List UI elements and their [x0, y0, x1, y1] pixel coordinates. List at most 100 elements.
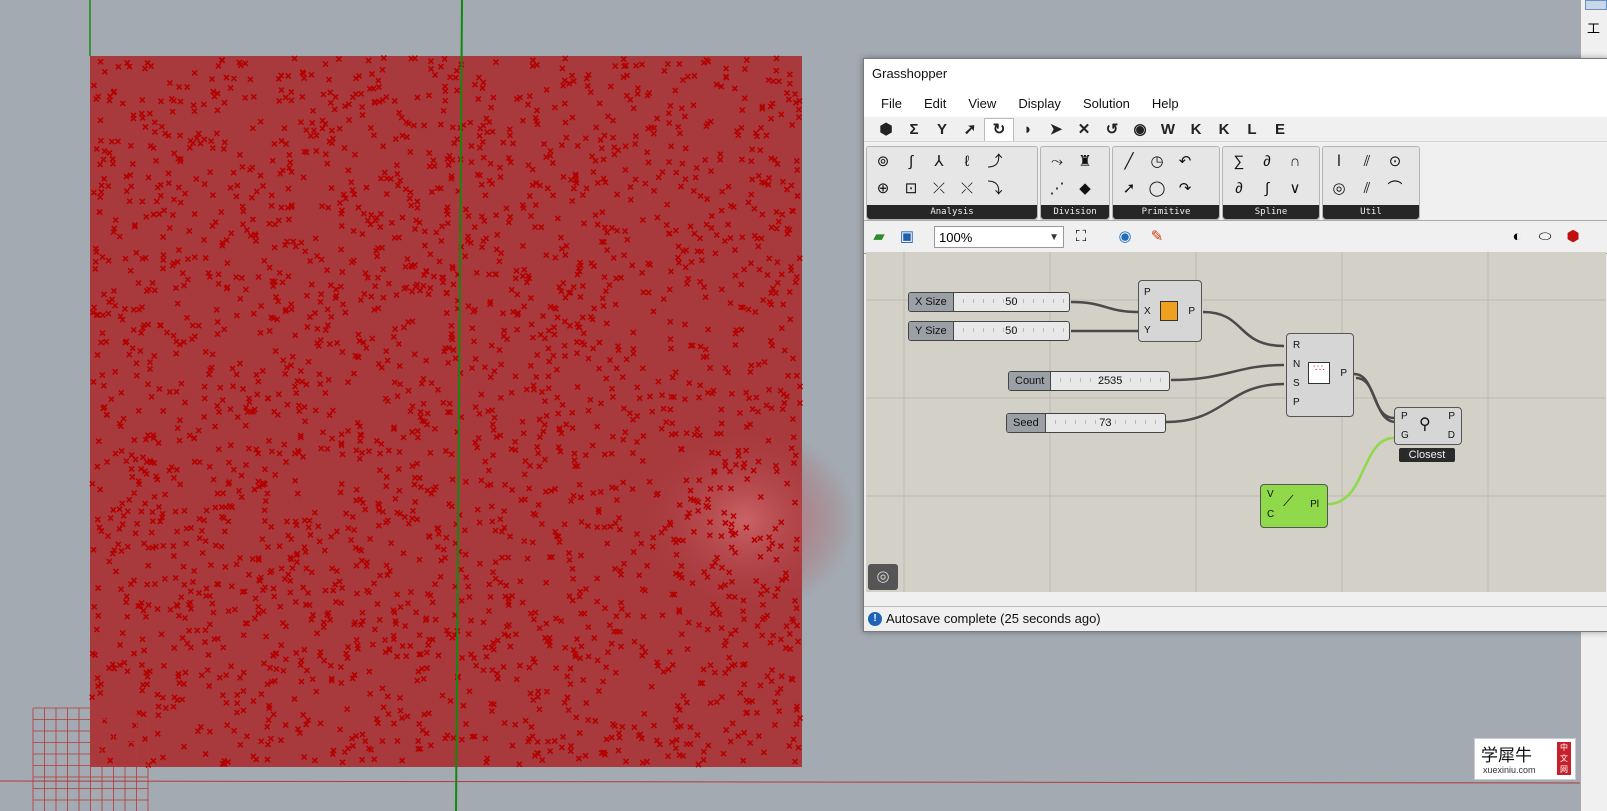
menu-display[interactable]: Display [1007, 96, 1072, 111]
component-icon[interactable]: ∫ [898, 150, 924, 174]
component-icon[interactable]: ∂ [1254, 150, 1280, 174]
rectangle-component[interactable]: P X Y P [1138, 280, 1202, 342]
component-icon[interactable]: ⤴ [982, 150, 1008, 174]
input-port[interactable]: G [1401, 430, 1409, 441]
open-file-icon[interactable]: ▰ [868, 226, 890, 248]
input-port[interactable]: C [1267, 509, 1274, 520]
input-port[interactable]: R [1293, 340, 1300, 351]
display-tab-icon[interactable]: ◉ [1126, 120, 1154, 138]
component-icon[interactable]: ⊚ [870, 150, 896, 174]
slider-name: Count [1009, 372, 1052, 390]
plane-component[interactable]: V C ⟋ Pl [1260, 484, 1328, 528]
slider-value[interactable]: 50 [953, 322, 1069, 340]
ribbon-panel-label[interactable]: Util [1323, 205, 1419, 219]
w-tab[interactable]: W [1154, 121, 1182, 138]
zoom-dropdown[interactable]: 100% ▼ [934, 226, 1064, 248]
component-icon[interactable]: ➚ [1116, 177, 1142, 201]
menu-help[interactable]: Help [1141, 96, 1190, 111]
component-icon[interactable]: ⊙ [1382, 150, 1408, 174]
output-port[interactable]: P [1448, 411, 1455, 422]
preview-eye-icon[interactable]: ◉ [1114, 226, 1136, 248]
k-tab-1[interactable]: K [1182, 121, 1210, 138]
ribbon-panel-label[interactable]: Primitive [1113, 205, 1219, 219]
slider-value[interactable]: 73 [1045, 414, 1165, 432]
menu-file[interactable]: File [870, 96, 913, 111]
sets-tab-icon[interactable]: Y [928, 121, 956, 138]
maths-tab-icon[interactable]: Σ [900, 121, 928, 138]
l-tab[interactable]: L [1238, 121, 1266, 138]
surface-tab-icon[interactable]: ◗ [1014, 121, 1042, 138]
component-icon[interactable]: ♜ [1072, 150, 1098, 174]
input-port[interactable]: P [1144, 287, 1151, 298]
component-icon[interactable]: ⅼ [1326, 150, 1352, 174]
component-icon[interactable]: ∑ [1226, 150, 1252, 174]
component-icon[interactable]: ↷ [1172, 177, 1198, 201]
save-file-icon[interactable]: ▣ [896, 226, 918, 248]
component-icon[interactable]: ⊕ [870, 177, 896, 201]
component-icon[interactable]: ∂ [1226, 177, 1252, 201]
count-slider[interactable]: Count 2535 [1008, 371, 1170, 391]
input-port[interactable]: X [1144, 306, 1151, 317]
menu-edit[interactable]: Edit [913, 96, 957, 111]
canvas-widget-icon[interactable]: ◎ [868, 564, 898, 590]
output-port[interactable]: Pl [1310, 499, 1319, 510]
component-icon[interactable]: ⤳ [1044, 150, 1070, 174]
mesh-tab-icon[interactable]: ➤ [1042, 120, 1070, 138]
curve-tab-icon[interactable]: ↻ [984, 117, 1014, 141]
component-icon[interactable]: ⤵ [982, 177, 1008, 201]
populate-2d-component[interactable]: R N S P ∵∴ P [1286, 333, 1354, 417]
k-tab-2[interactable]: K [1210, 121, 1238, 138]
component-icon[interactable]: ↶ [1172, 150, 1198, 174]
ribbon-panel-label[interactable]: Division [1041, 205, 1109, 219]
zoom-extents-icon[interactable]: ⛶ [1070, 226, 1092, 248]
menu-view[interactable]: View [957, 96, 1007, 111]
grasshopper-window[interactable]: Grasshopper File Edit View Display Solut… [863, 58, 1607, 632]
component-icon[interactable]: ⤬ [954, 177, 980, 201]
component-icon[interactable]: ◆ [1072, 177, 1098, 201]
e-tab[interactable]: E [1266, 121, 1294, 138]
menu-solution[interactable]: Solution [1072, 96, 1141, 111]
component-icon[interactable]: ⫽ [1354, 177, 1380, 201]
input-port[interactable]: P [1293, 397, 1300, 408]
output-port[interactable]: D [1448, 430, 1455, 441]
ribbon-panel-label[interactable]: Spline [1223, 205, 1319, 219]
input-port[interactable]: P [1401, 411, 1408, 422]
selected-preview-icon[interactable]: ⬢ [1562, 226, 1584, 248]
component-icon[interactable]: ∩ [1282, 150, 1308, 174]
x-size-slider[interactable]: X Size 50 [908, 292, 1070, 312]
component-icon[interactable]: ⋰ [1044, 177, 1070, 201]
component-icon[interactable]: ∨ [1282, 177, 1308, 201]
transform-tab-icon[interactable]: ↺ [1098, 120, 1126, 138]
intersect-tab-icon[interactable]: ✕ [1070, 120, 1098, 138]
ribbon-panel-label[interactable]: Analysis [867, 205, 1037, 219]
params-tab-icon[interactable]: ⬢ [872, 120, 900, 138]
component-icon[interactable]: ◎ [1326, 177, 1352, 201]
component-icon[interactable]: ⫽ [1354, 150, 1380, 174]
component-icon[interactable]: ⤫ [926, 177, 952, 201]
side-panel-tab[interactable] [1585, 0, 1607, 10]
vector-tab-icon[interactable]: ➚ [956, 120, 984, 138]
slider-value[interactable]: 2535 [1051, 372, 1169, 390]
y-size-slider[interactable]: Y Size 50 [908, 321, 1070, 341]
component-icon[interactable]: ◯ [1144, 177, 1170, 201]
component-icon[interactable]: ╱ [1116, 150, 1142, 174]
shaded-preview-icon[interactable]: ◐ [1506, 226, 1528, 248]
seed-slider[interactable]: Seed 73 [1006, 413, 1166, 433]
grasshopper-canvas[interactable]: X Size 50 Y Size 50 Count 2535 Seed 73 P… [866, 252, 1606, 592]
component-icon[interactable]: ◷ [1144, 150, 1170, 174]
input-port[interactable]: Y [1144, 325, 1151, 336]
component-icon[interactable]: ℓ [954, 150, 980, 174]
slider-value[interactable]: 50 [953, 293, 1069, 311]
closest-point-component[interactable]: P G ⚲ P D [1394, 407, 1462, 445]
component-icon[interactable]: ⊡ [898, 177, 924, 201]
input-port[interactable]: N [1293, 359, 1300, 370]
output-port[interactable]: P [1188, 306, 1195, 317]
input-port[interactable]: S [1293, 378, 1300, 389]
component-icon[interactable]: ⅄ [926, 150, 952, 174]
output-port[interactable]: P [1340, 368, 1347, 379]
component-icon[interactable]: ∫ [1254, 177, 1280, 201]
input-port[interactable]: V [1267, 489, 1274, 500]
wire-preview-icon[interactable]: ⬭ [1534, 226, 1556, 248]
sketch-pen-icon[interactable]: ✎ [1146, 226, 1168, 248]
component-icon[interactable]: ⌒ [1382, 177, 1408, 201]
